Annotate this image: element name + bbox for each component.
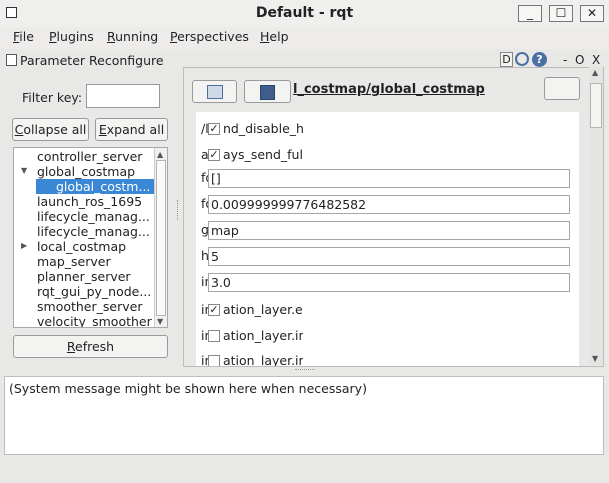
param-scroll-thumb[interactable] <box>590 83 602 128</box>
minimize-button[interactable]: _ <box>518 5 542 22</box>
tree-item-label: map_server <box>37 254 111 269</box>
node-tree[interactable]: controller_server global_costmap ▼ global_c… <box>13 147 168 328</box>
param-scroll-up-icon[interactable]: ▲ <box>592 68 598 77</box>
bottom-bar <box>0 456 609 483</box>
param-value-input[interactable]: 5 <box>208 247 570 266</box>
plugin-close-button[interactable]: X <box>592 53 600 67</box>
tree-item-label: launch_ros_1695 <box>37 194 143 209</box>
tree-scroll-down-icon[interactable]: ▼ <box>157 317 163 326</box>
collapsed-arrow-icon[interactable]: ▶ <box>21 241 27 250</box>
param-label-suffix: ays_send_full <box>223 147 303 162</box>
filter-key-input[interactable] <box>86 84 160 108</box>
tree-item[interactable]: rqt_gui_py_node... <box>14 284 154 299</box>
status-message-area: (System message might be shown here when… <box>4 376 604 455</box>
plugin-minimize-button[interactable]: - <box>563 53 567 67</box>
param-value-input[interactable]: 0.009999999776482582 <box>208 195 570 214</box>
tree-item-label: global_costm... <box>56 179 151 194</box>
tree-item[interactable]: controller_server <box>14 149 154 164</box>
param-value-input[interactable]: [] <box>208 169 570 188</box>
tree-item-label: planner_server <box>37 269 131 284</box>
menu-perspectives[interactable]: Perspectives <box>170 29 249 44</box>
plugin-title: Parameter Reconfigure <box>20 53 164 68</box>
param-label-suffix: ation_layer.int <box>223 328 303 343</box>
param-value-input[interactable]: map <box>208 221 570 240</box>
tree-item-label: local_costmap <box>37 239 127 254</box>
expand-all-button[interactable]: Expand all <box>95 118 168 141</box>
tree-item[interactable]: map_server <box>14 254 154 269</box>
load-button[interactable] <box>192 80 237 103</box>
tree-item-label: smoother_server <box>37 299 143 314</box>
tree-item-label: lifecycle_manag... <box>37 224 150 239</box>
tree-item-label: global_costmap <box>37 164 136 179</box>
param-scroll-down-icon[interactable]: ▼ <box>592 354 598 363</box>
close-node-button[interactable] <box>544 77 580 100</box>
tree-item-label: rqt_gui_py_node... <box>37 284 152 299</box>
param-value-input[interactable]: 3.0 <box>208 273 570 292</box>
param-checkbox[interactable] <box>208 355 220 366</box>
param-checkbox-checked[interactable]: ✓ <box>208 123 220 135</box>
plugin-d-button[interactable]: D <box>500 52 513 67</box>
tree-item[interactable]: global_costm... <box>36 179 154 194</box>
tree-item[interactable]: local_costmap <box>14 239 154 254</box>
panel-splitter[interactable] <box>295 369 315 372</box>
refresh-button[interactable]: Refresh <box>13 335 168 358</box>
tree-item-label: lifecycle_manag... <box>37 209 150 224</box>
tree-item[interactable]: smoother_server <box>14 299 154 314</box>
save-button[interactable] <box>244 80 291 103</box>
param-label-suffix: ation_layer.er <box>223 302 303 317</box>
save-icon <box>260 85 275 100</box>
menu-help[interactable]: Help <box>260 29 289 44</box>
maximize-button[interactable]: ☐ <box>549 5 573 22</box>
splitter-handle[interactable] <box>177 200 181 220</box>
tree-scroll-up-icon[interactable]: ▲ <box>157 150 163 159</box>
tree-item[interactable]: planner_server <box>14 269 154 284</box>
parameter-list: /lnd_disable_he✓aays_send_full✓fo[]fo0.0… <box>196 112 579 366</box>
tree-item[interactable]: lifecycle_manag... <box>14 209 154 224</box>
help-icon[interactable]: ? <box>532 52 547 67</box>
collapse-all-button[interactable]: Collapse all <box>12 118 89 141</box>
tree-scroll-thumb[interactable] <box>156 160 166 316</box>
tree-item[interactable]: lifecycle_manag... <box>14 224 154 239</box>
param-label-suffix: ation_layer.int <box>223 353 303 366</box>
load-icon <box>206 85 223 99</box>
refresh-label: Refresh <box>66 339 115 354</box>
close-button[interactable]: ✕ <box>580 5 604 22</box>
menu-plugins[interactable]: Plugins <box>49 29 94 44</box>
param-label-suffix: nd_disable_he <box>223 121 303 136</box>
param-checkbox[interactable] <box>208 330 220 342</box>
menu-file[interactable]: File <box>13 29 34 44</box>
menu-running[interactable]: Running <box>107 29 158 44</box>
reload-icon[interactable] <box>515 52 529 66</box>
tree-item[interactable]: velocity_smoother <box>14 314 154 328</box>
param-checkbox-checked[interactable]: ✓ <box>208 149 220 161</box>
tree-item[interactable]: global_costmap <box>14 164 154 179</box>
tree-item-label: controller_server <box>37 149 143 164</box>
tree-item-label: velocity_smoother <box>37 314 152 328</box>
filter-key-label: Filter key: <box>22 90 83 105</box>
plugin-float-button[interactable]: O <box>575 53 584 67</box>
tree-item[interactable]: launch_ros_1695 <box>14 194 154 209</box>
expanded-arrow-icon[interactable]: ▼ <box>21 166 27 175</box>
node-path-label: l_costmap/global_costmap <box>293 82 485 97</box>
plugin-icon <box>6 54 17 66</box>
status-message: (System message might be shown here when… <box>9 381 367 396</box>
param-checkbox-checked[interactable]: ✓ <box>208 304 220 316</box>
